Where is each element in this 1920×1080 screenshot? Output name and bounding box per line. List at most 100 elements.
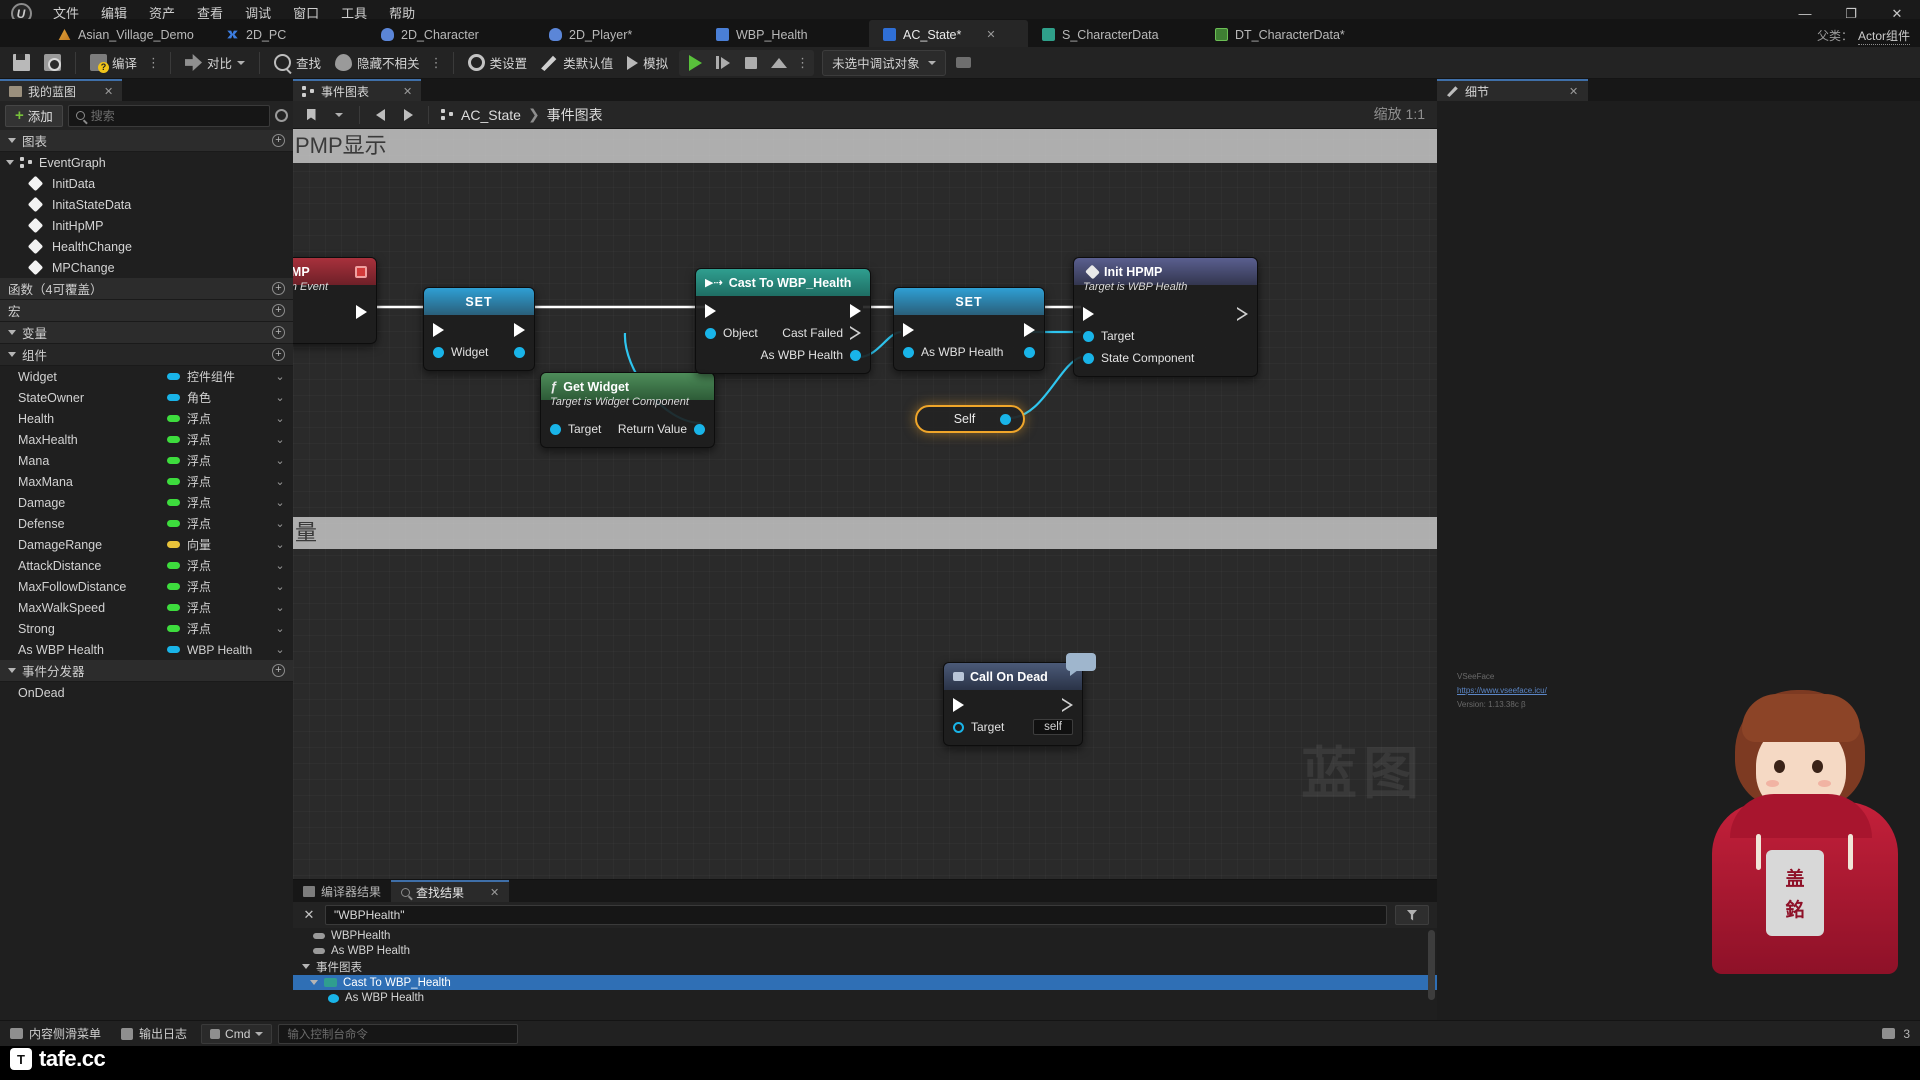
add-macro-icon[interactable]: +: [272, 304, 285, 317]
add-component-icon[interactable]: +: [272, 348, 285, 361]
diff-button[interactable]: 对比: [178, 50, 252, 76]
add-function-icon[interactable]: +: [272, 282, 285, 295]
section-event-dispatchers[interactable]: 事件分发器 +: [0, 660, 293, 682]
exec-out-pin[interactable]: [356, 305, 367, 319]
add-graph-icon[interactable]: +: [272, 134, 285, 147]
find-button[interactable]: 查找: [267, 50, 328, 76]
variable-row-maxwalkspeed[interactable]: MaxWalkSpeed 浮点 ⌄: [0, 597, 293, 618]
node-get-widget[interactable]: ƒ Get Widget Target is Widget Component …: [540, 372, 715, 448]
tree-item-initdata[interactable]: InitData: [0, 173, 293, 194]
close-icon[interactable]: ✕: [1569, 85, 1578, 98]
section-variables[interactable]: 变量 +: [0, 322, 293, 344]
result-row[interactable]: WBPHealth: [293, 928, 1437, 944]
add-button[interactable]: + 添加: [5, 104, 63, 127]
exec-out-pin[interactable]: [1237, 307, 1248, 321]
tab-my-blueprint[interactable]: 我的蓝图 ✕: [0, 79, 123, 101]
close-icon[interactable]: ✕: [490, 886, 499, 899]
asset-tab-2d-character[interactable]: 2D_Character: [367, 20, 535, 49]
browse-button[interactable]: [37, 50, 68, 76]
bookmark-button[interactable]: [299, 104, 323, 126]
cmd-selector[interactable]: Cmd: [201, 1023, 273, 1044]
chevron-down-icon[interactable]: [302, 964, 310, 970]
exec-out-cast-failed-pin[interactable]: [850, 326, 861, 340]
input-pin-icon[interactable]: [953, 721, 964, 733]
variable-row-maxfollowdistance[interactable]: MaxFollowDistance 浮点 ⌄: [0, 576, 293, 597]
asset-tab-2d-player[interactable]: 2D_Player*: [535, 20, 702, 49]
output-pin-icon[interactable]: [850, 349, 861, 361]
result-row-selected[interactable]: Cast To WBP_Health: [293, 974, 1437, 991]
stop-button[interactable]: [737, 51, 765, 75]
breadcrumb-asset[interactable]: AC_State: [461, 107, 521, 123]
visibility-eye-icon[interactable]: ⌄: [267, 538, 293, 551]
input-pin-icon[interactable]: [433, 346, 444, 358]
eject-button[interactable]: [765, 51, 793, 75]
section-macros[interactable]: 宏 +: [0, 300, 293, 322]
variable-row-attackdistance[interactable]: AttackDistance 浮点 ⌄: [0, 555, 293, 576]
variable-row-stateowner[interactable]: StateOwner 角色 ⌄: [0, 387, 293, 408]
node-set-as-wbp-health[interactable]: SET As WBP Health: [893, 287, 1045, 371]
exec-in-pin[interactable]: [433, 323, 444, 337]
variable-row-defense[interactable]: Defense 浮点 ⌄: [0, 513, 293, 534]
exec-in-pin[interactable]: [1083, 307, 1094, 321]
asset-tab-ac-state[interactable]: AC_State* ✕: [869, 20, 1028, 49]
input-pin-icon[interactable]: [550, 423, 561, 435]
dispatcher-row-ondead[interactable]: OnDead: [0, 682, 293, 703]
variable-row-mana[interactable]: Mana 浮点 ⌄: [0, 450, 293, 471]
variable-row-strong[interactable]: Strong 浮点 ⌄: [0, 618, 293, 639]
visibility-eye-icon[interactable]: ⌄: [267, 622, 293, 635]
pause-step-button[interactable]: [709, 51, 737, 75]
class-defaults-button[interactable]: 类默认值: [534, 50, 620, 76]
shortcut-keys-button[interactable]: [954, 53, 974, 73]
source-control-icon[interactable]: [1882, 1028, 1896, 1039]
parent-class-link[interactable]: Actor组件: [1857, 27, 1910, 45]
asset-tab-close-icon[interactable]: ✕: [986, 28, 995, 41]
visibility-eye-icon[interactable]: ⌄: [267, 391, 293, 404]
variable-row-widget[interactable]: Widget 控件组件 ⌄: [0, 366, 293, 387]
class-settings-button[interactable]: 类设置: [461, 50, 535, 76]
exec-out-pin[interactable]: [1062, 698, 1073, 712]
hide-unrelated-button[interactable]: 隐藏不相关: [328, 50, 427, 76]
node-init-hpmp-event[interactable]: nitHpMP Custom Event: [293, 257, 377, 344]
results-scrollbar[interactable]: [1428, 930, 1435, 1000]
tree-item-initastatedata[interactable]: InitaStateData: [0, 194, 293, 215]
tree-item-inithpmp[interactable]: InitHpMP: [0, 215, 293, 236]
output-pin-icon[interactable]: [694, 423, 705, 435]
tree-item-healthchange[interactable]: HealthChange: [0, 236, 293, 257]
input-pin-icon[interactable]: [1083, 330, 1094, 342]
variable-row-health[interactable]: Health 浮点 ⌄: [0, 408, 293, 429]
node-self[interactable]: Self: [915, 405, 1025, 433]
tab-details[interactable]: 细节 ✕: [1437, 79, 1589, 101]
console-command-input[interactable]: 输入控制台命令: [278, 1023, 519, 1044]
back-button[interactable]: [368, 104, 392, 126]
output-pin-icon[interactable]: [1000, 413, 1011, 425]
node-comment-bubble[interactable]: [1066, 653, 1096, 676]
find-input[interactable]: "WBPHealth": [325, 905, 1387, 925]
exec-in-pin[interactable]: [903, 323, 914, 337]
exec-in-pin[interactable]: [953, 698, 964, 712]
visibility-eye-icon[interactable]: ⌄: [267, 580, 293, 593]
tab-compiler-results[interactable]: 编译器结果: [293, 880, 391, 902]
breadcrumb-graph[interactable]: 事件图表: [547, 105, 603, 125]
visibility-eye-icon[interactable]: ⌄: [267, 454, 293, 467]
play-options-icon[interactable]: ⋮: [793, 55, 812, 71]
input-pin-icon[interactable]: [903, 346, 914, 358]
play-button[interactable]: [681, 51, 709, 75]
simulate-button[interactable]: 模拟: [620, 50, 675, 76]
tab-event-graph[interactable]: 事件图表 ✕: [293, 79, 422, 101]
result-row[interactable]: As WBP Health: [293, 990, 1437, 1006]
compile-button[interactable]: 编译: [83, 50, 144, 76]
variable-row-maxmana[interactable]: MaxMana 浮点 ⌄: [0, 471, 293, 492]
debug-object-selector[interactable]: 未选中调试对象: [822, 49, 946, 76]
comment-band-bottom[interactable]: 量: [293, 517, 1437, 549]
hide-options-icon[interactable]: ⋮: [427, 55, 446, 71]
visibility-eye-icon[interactable]: ⌄: [267, 643, 293, 656]
visibility-eye-icon[interactable]: ⌄: [267, 433, 293, 446]
node-call-on-dead[interactable]: Call On Dead Target self: [943, 662, 1083, 746]
section-components[interactable]: 组件 +: [0, 344, 293, 366]
input-pin-icon[interactable]: [1083, 352, 1094, 364]
tree-item-mpchange[interactable]: MPChange: [0, 257, 293, 278]
output-pin-icon[interactable]: [1024, 346, 1035, 358]
my-blueprint-search[interactable]: [67, 104, 270, 127]
close-icon[interactable]: ✕: [104, 85, 113, 98]
find-filter-button[interactable]: [1395, 905, 1429, 925]
